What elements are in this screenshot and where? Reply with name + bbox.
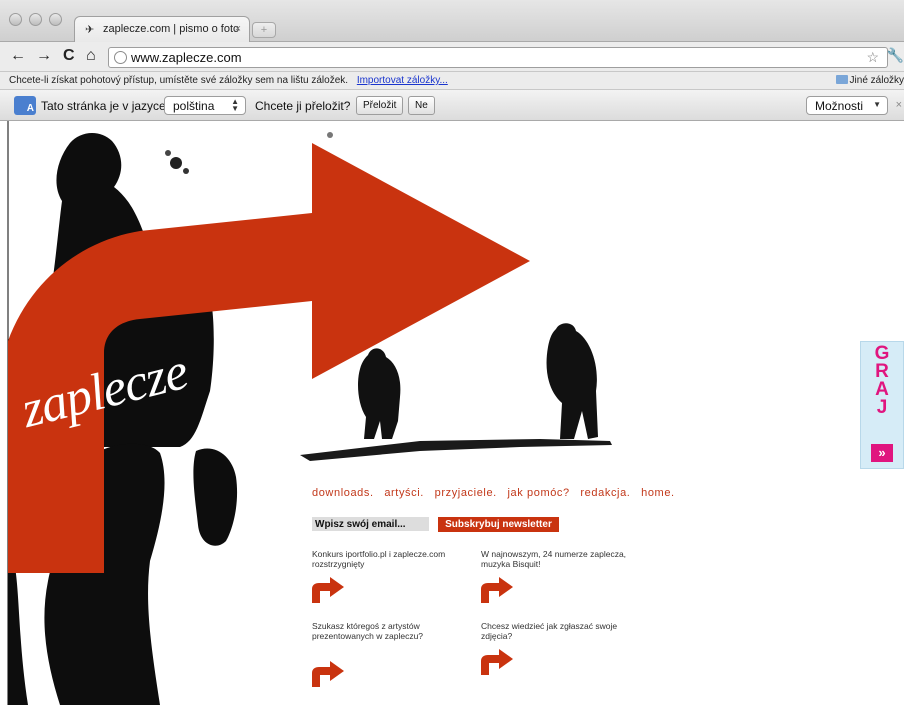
site-favicon-icon: ✈ bbox=[85, 24, 95, 36]
zoom-window-button[interactable] bbox=[49, 13, 62, 26]
language-select[interactable]: polština ▲ ▼ bbox=[164, 96, 246, 115]
bookmarks-hint: Chcete-li získat pohotový přístup, umíst… bbox=[9, 75, 349, 86]
translate-icon: A bbox=[14, 96, 36, 115]
globe-icon bbox=[114, 51, 127, 64]
import-bookmarks-link[interactable]: Importovat záložky... bbox=[357, 75, 448, 86]
back-button[interactable]: ← bbox=[10, 47, 26, 65]
other-bookmarks-button[interactable]: Jiné záložky bbox=[835, 75, 904, 86]
arrow-link-icon[interactable] bbox=[481, 649, 513, 675]
minimize-window-button[interactable] bbox=[29, 13, 42, 26]
graj-letter: J bbox=[876, 397, 888, 418]
other-bookmarks-label: Jiné záložky bbox=[849, 75, 904, 86]
translate-text-1: Tato stránka je v jazyce bbox=[41, 99, 166, 113]
subscribe-button[interactable]: Subskrybuj newsletter bbox=[438, 517, 559, 532]
nav-jak-pomoc[interactable]: jak pomóc? bbox=[508, 487, 570, 499]
graj-widget[interactable]: G R A J » bbox=[860, 341, 904, 469]
forward-button[interactable]: → bbox=[36, 47, 52, 65]
navigation-toolbar: ← → C ⌂ www.zaplecze.com ☆ 🔧 bbox=[0, 42, 904, 72]
arrow-link-icon[interactable] bbox=[312, 661, 344, 687]
newsletter-email-input[interactable] bbox=[312, 517, 429, 531]
folder-icon bbox=[835, 75, 848, 84]
translate-text-2: Chcete ji přeložit? bbox=[255, 99, 351, 113]
nav-downloads[interactable]: downloads. bbox=[312, 487, 374, 499]
address-bar[interactable]: www.zaplecze.com ☆ bbox=[108, 47, 888, 68]
no-translate-button[interactable]: Ne bbox=[408, 96, 435, 115]
wrench-icon[interactable]: 🔧 bbox=[887, 47, 904, 64]
infobar-close-icon[interactable]: × bbox=[896, 99, 902, 111]
tab-close-icon[interactable]: × bbox=[235, 23, 241, 35]
news-item[interactable]: W najnowszym, 24 numerze zaplecza, muzyk… bbox=[481, 549, 656, 569]
translate-infobar: A Tato stránka je v jazyce polština ▲ ▼ Ch… bbox=[0, 90, 904, 121]
browser-tab[interactable]: ✈ zaplecze.com | pismo o foto × bbox=[74, 16, 250, 42]
bookmark-star-icon[interactable]: ☆ bbox=[866, 49, 879, 66]
bookmarks-bar: Chcete-li získat pohotový přístup, umíst… bbox=[0, 72, 904, 90]
select-arrows-icon: ▲ ▼ bbox=[231, 97, 239, 113]
nav-przyjaciele[interactable]: przyjaciele. bbox=[435, 487, 497, 499]
news-item[interactable]: Szukasz któregoś z artystów prezentowany… bbox=[312, 621, 432, 641]
news-item[interactable]: Chcesz wiedzieć jak zgłaszać swoje zdjęc… bbox=[481, 621, 621, 641]
arrow-link-icon[interactable] bbox=[481, 577, 513, 603]
nav-artysci[interactable]: artyści. bbox=[384, 487, 424, 499]
nav-redakcja[interactable]: redakcja. bbox=[580, 487, 630, 499]
web-page: zaplecze downloads. artyści. przyjaciele… bbox=[0, 121, 904, 705]
tab-title: zaplecze.com | pismo o foto bbox=[103, 23, 240, 35]
dropdown-arrow-icon: ▼ bbox=[873, 100, 881, 109]
translate-button[interactable]: Přeložit bbox=[356, 96, 404, 115]
reload-button[interactable]: C bbox=[63, 47, 75, 65]
options-select[interactable]: Možnosti ▼ bbox=[806, 96, 888, 115]
graj-go-button[interactable]: » bbox=[871, 444, 893, 462]
new-tab-button[interactable]: + bbox=[252, 22, 276, 38]
site-nav: downloads. artyści. przyjaciele. jak pom… bbox=[312, 487, 682, 499]
news-item[interactable]: Konkurs iportfolio.pl i zaplecze.com roz… bbox=[312, 549, 487, 569]
close-window-button[interactable] bbox=[9, 13, 22, 26]
window-titlebar: ✈ zaplecze.com | pismo o foto × + bbox=[0, 0, 904, 42]
nav-home[interactable]: home. bbox=[641, 487, 675, 499]
url-text: www.zaplecze.com bbox=[131, 50, 242, 65]
home-button[interactable]: ⌂ bbox=[86, 47, 96, 65]
arrow-link-icon[interactable] bbox=[312, 577, 344, 603]
